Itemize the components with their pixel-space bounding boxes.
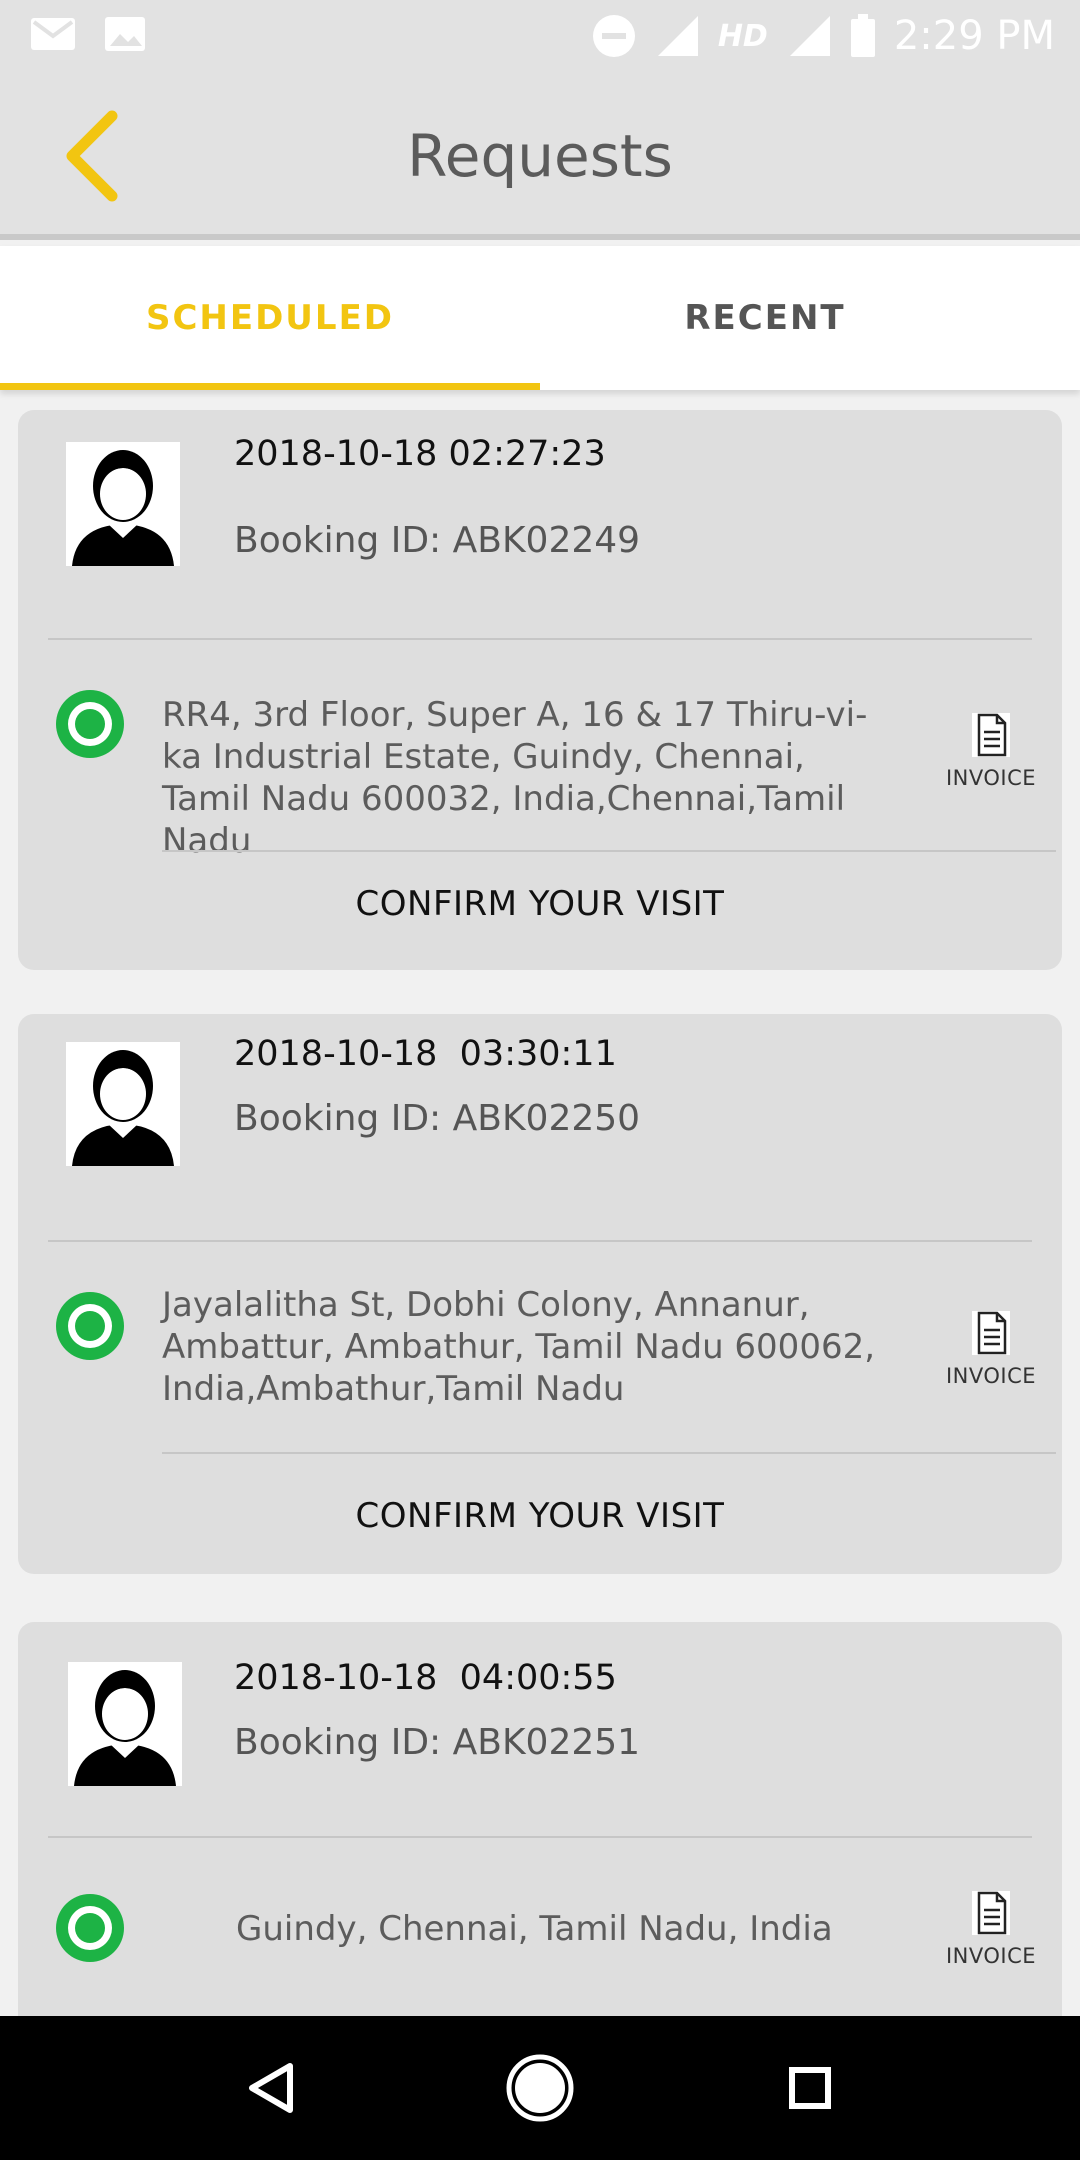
tab-recent[interactable]: RECENT (540, 246, 990, 390)
request-datetime: 2018-10-18 02:27:23 (234, 434, 606, 474)
divider (48, 638, 1032, 640)
avatar (66, 1042, 180, 1166)
request-list[interactable]: 2018-10-18 02:27:23 Booking ID: ABK02249… (0, 396, 1080, 2016)
booking-id: Booking ID: ABK02250 (234, 1098, 641, 1139)
divider (48, 1836, 1032, 1838)
status-indicator-icon (56, 1292, 124, 1360)
tab-scheduled[interactable]: SCHEDULED (0, 246, 540, 390)
network-label: HD (717, 18, 768, 54)
nav-recents-button[interactable] (760, 2038, 860, 2138)
recents-square-icon (789, 2067, 831, 2109)
request-card[interactable]: 2018-10-18 04:00:55 Booking ID: ABK02251… (18, 1622, 1062, 2016)
request-card[interactable]: 2018-10-18 03:30:11 Booking ID: ABK02250… (18, 1014, 1062, 1574)
invoice-button[interactable]: INVOICE (936, 1310, 1046, 1388)
user-silhouette-icon (74, 1670, 176, 1786)
invoice-label: INVOICE (945, 1364, 1037, 1388)
user-silhouette-icon (72, 450, 174, 566)
divider (162, 1452, 1056, 1454)
user-silhouette-icon (72, 1050, 174, 1166)
divider (162, 850, 1056, 852)
home-circle-icon (506, 2054, 574, 2122)
invoice-button[interactable]: INVOICE (936, 712, 1046, 790)
confirm-visit-button[interactable]: CONFIRM YOUR VISIT (18, 884, 1062, 924)
tab-bar: SCHEDULED RECENT (0, 246, 1080, 390)
invoice-label: INVOICE (945, 766, 1037, 790)
status-bar: HD 2:29 PM (0, 0, 1080, 72)
booking-id: Booking ID: ABK02251 (234, 1722, 641, 1763)
system-nav-bar (0, 2016, 1080, 2160)
booking-id: Booking ID: ABK02249 (234, 520, 641, 561)
invoice-label: INVOICE (945, 1944, 1037, 1968)
avatar (66, 442, 180, 566)
confirm-visit-button[interactable]: CONFIRM YOUR VISIT (18, 1496, 1062, 1536)
battery-icon (850, 14, 875, 57)
request-datetime: 2018-10-18 03:30:11 (234, 1034, 617, 1074)
signal-icon (657, 16, 698, 56)
request-datetime: 2018-10-18 04:00:55 (234, 1658, 617, 1698)
document-icon (972, 1311, 1010, 1355)
status-indicator-icon (56, 690, 124, 758)
signal-icon (789, 16, 830, 56)
document-icon (972, 1891, 1010, 1935)
nav-home-button[interactable] (490, 2038, 590, 2138)
status-indicator-icon (56, 1894, 124, 1962)
tab-indicator (0, 383, 540, 390)
app-bar: Requests (0, 72, 1080, 240)
divider (48, 1240, 1032, 1242)
address-text: RR4, 3rd Floor, Super A, 16 & 17 Thiru-v… (162, 695, 868, 861)
avatar (68, 1662, 182, 1786)
gmail-icon (31, 18, 75, 50)
address-text: Guindy, Chennai, Tamil Nadu, India (236, 1909, 833, 1949)
request-card[interactable]: 2018-10-18 02:27:23 Booking ID: ABK02249… (18, 410, 1062, 970)
address-text: Jayalalitha St, Dobhi Colony, Annanur, A… (162, 1285, 876, 1409)
page-title: Requests (407, 122, 673, 190)
dnd-icon (592, 15, 635, 57)
nav-back-button[interactable] (220, 2038, 320, 2138)
gallery-icon (105, 17, 145, 51)
invoice-button[interactable]: INVOICE (936, 1890, 1046, 1968)
document-icon (972, 713, 1010, 757)
back-triangle-icon (249, 2063, 293, 2113)
clock: 2:29 PM (893, 13, 1055, 59)
